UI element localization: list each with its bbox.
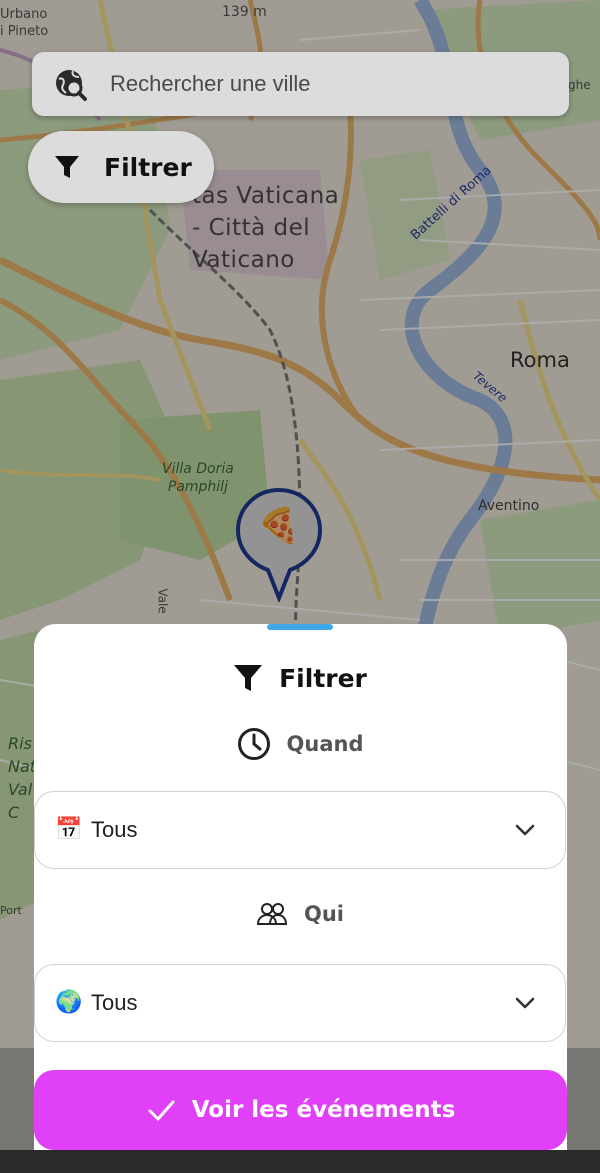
checkmark-icon bbox=[148, 1100, 175, 1121]
when-label: Quand bbox=[286, 732, 364, 756]
city-search-input[interactable] bbox=[110, 71, 530, 97]
when-dropdown[interactable]: 📅 Tous bbox=[34, 791, 566, 869]
filter-button[interactable]: Filtrer bbox=[28, 131, 214, 203]
who-section-label: Qui bbox=[0, 896, 600, 932]
city-search-bar[interactable] bbox=[32, 52, 569, 116]
when-section-label: Quand bbox=[0, 726, 600, 762]
show-events-button[interactable]: Voir les événements bbox=[34, 1070, 567, 1150]
sheet-title: Filtrer bbox=[279, 663, 367, 693]
calendar-icon: 📅 bbox=[55, 817, 83, 842]
chevron-down-icon bbox=[515, 824, 535, 836]
system-navigation-bar bbox=[0, 1150, 600, 1173]
filter-button-label: Filtrer bbox=[104, 152, 192, 182]
clock-icon bbox=[237, 728, 270, 760]
location-search-icon bbox=[52, 66, 88, 102]
who-label: Qui bbox=[303, 902, 344, 926]
globe-icon: 🌍 bbox=[55, 990, 83, 1015]
when-dropdown-value: Tous bbox=[91, 817, 138, 842]
sheet-side-shadow-left bbox=[0, 1048, 34, 1150]
sheet-drag-handle[interactable] bbox=[267, 624, 333, 630]
people-icon bbox=[256, 903, 287, 925]
chevron-down-icon bbox=[515, 997, 535, 1009]
funnel-icon bbox=[55, 156, 79, 178]
sheet-header: Filtrer bbox=[0, 660, 600, 696]
who-dropdown-value: Tous bbox=[91, 990, 138, 1015]
show-events-button-label: Voir les événements bbox=[191, 1097, 456, 1123]
who-dropdown[interactable]: 🌍 Tous bbox=[34, 964, 566, 1042]
sheet-side-shadow-right bbox=[567, 1048, 600, 1150]
funnel-icon bbox=[234, 665, 263, 691]
